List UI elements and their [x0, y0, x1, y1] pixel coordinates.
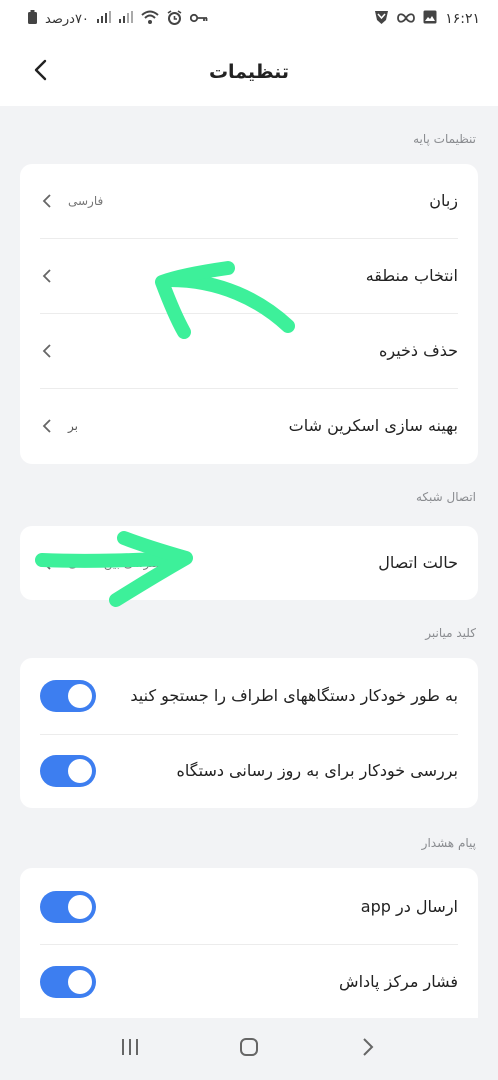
auto-search-label: به طور خودکار دستگاههای اطراف را جستجو ک…	[130, 686, 458, 705]
shield-icon	[374, 10, 389, 29]
battery-icon	[28, 10, 37, 28]
auto-search-row: به طور خودکار دستگاههای اطراف را جستجو ک…	[40, 658, 458, 734]
alarm-icon	[167, 9, 182, 29]
shortcut-card: به طور خودکار دستگاههای اطراف را جستجو ک…	[20, 658, 478, 808]
region-label: انتخاب منطقه	[365, 266, 458, 285]
language-label: زبان	[429, 191, 458, 210]
alert-card: ارسال در app فشار مرکز پاداش	[20, 868, 478, 1018]
signal-icon	[118, 11, 133, 27]
home-icon	[239, 1037, 259, 1061]
clear-storage-label: حذف ذخیره	[378, 341, 458, 360]
status-bar-left: ۷۰درصد	[28, 9, 208, 29]
chevron-left-icon	[40, 344, 54, 358]
network-card: حالت اتصال دسترسی بین المللی	[20, 526, 478, 600]
auto-search-toggle[interactable]	[40, 680, 96, 712]
toggle-knob	[68, 684, 92, 708]
send-app-toggle[interactable]	[40, 891, 96, 923]
send-app-label: ارسال در app	[360, 897, 458, 916]
back-nav-button[interactable]	[348, 1029, 388, 1069]
connection-mode-value: دسترسی بین المللی	[68, 556, 170, 570]
basic-settings-card: زبان فارسی انتخاب منطقه حذف ذخیره بهینه …	[20, 164, 478, 464]
status-bar-right: ۱۶:۲۱	[374, 10, 480, 29]
screenshot-optimize-row[interactable]: بهینه سازی اسکرین شات بر	[40, 389, 458, 463]
send-app-row: ارسال در app	[40, 870, 458, 944]
page-header: تنظیمات	[0, 38, 498, 106]
reward-push-toggle[interactable]	[40, 965, 96, 998]
toggle-knob	[68, 895, 92, 919]
system-nav-bar	[0, 1018, 498, 1080]
back-button[interactable]	[22, 54, 58, 90]
auto-update-toggle[interactable]	[40, 755, 96, 787]
status-bar: ۷۰درصد ۱۶:۲۱	[0, 0, 498, 38]
wifi-icon	[141, 10, 159, 28]
section-label-basic: تنظیمات پایه	[413, 132, 476, 146]
infinity-icon	[397, 12, 416, 27]
home-button[interactable]	[229, 1029, 269, 1069]
toggle-knob	[68, 759, 92, 783]
chevron-right-icon	[362, 1037, 374, 1061]
clear-storage-row[interactable]: حذف ذخیره	[40, 314, 458, 388]
chevron-left-icon	[40, 556, 54, 570]
image-icon	[423, 10, 437, 28]
auto-update-row: بررسی خودکار برای به روز رسانی دستگاه	[40, 735, 458, 807]
chevron-left-icon	[40, 419, 54, 433]
screenshot-optimize-label: بهینه سازی اسکرین شات	[288, 416, 458, 435]
language-row[interactable]: زبان فارسی	[40, 164, 458, 238]
vpn-key-icon	[189, 12, 208, 27]
chevron-left-icon	[40, 269, 54, 283]
region-row[interactable]: انتخاب منطقه	[40, 239, 458, 313]
page-title: تنظیمات	[208, 61, 290, 83]
section-label-shortcut: کلید میانبر	[425, 626, 476, 640]
recents-button[interactable]	[110, 1029, 150, 1069]
status-time: ۱۶:۲۱	[445, 11, 480, 27]
reward-push-label: فشار مرکز پاداش	[339, 971, 458, 991]
connection-mode-row[interactable]: حالت اتصال دسترسی بین المللی	[40, 526, 458, 600]
reward-push-row: فشار مرکز پاداش	[40, 945, 458, 1018]
toggle-knob	[68, 969, 92, 994]
section-label-network: اتصال شبکه	[415, 490, 476, 504]
connection-mode-label: حالت اتصال	[378, 553, 458, 572]
recents-icon	[120, 1038, 140, 1060]
auto-update-label: بررسی خودکار برای به روز رسانی دستگاه	[176, 761, 458, 780]
chevron-left-icon	[33, 59, 47, 85]
section-label-alert: پیام هشدار	[421, 836, 476, 850]
language-value: فارسی	[68, 194, 104, 208]
battery-percent: ۷۰درصد	[45, 11, 89, 27]
signal-icon	[96, 11, 111, 27]
screenshot-optimize-value: بر	[68, 419, 78, 433]
chevron-left-icon	[40, 194, 54, 208]
